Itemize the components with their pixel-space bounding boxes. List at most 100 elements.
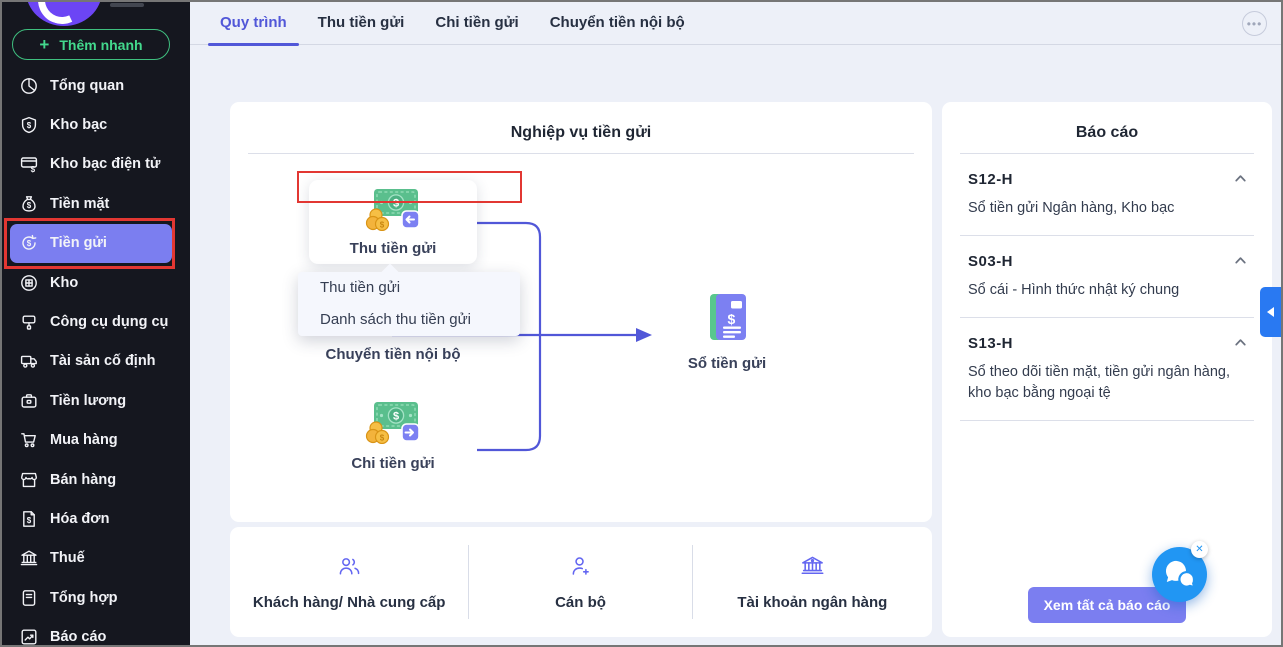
quick-link-label: Tài khoản ngân hàng [737, 594, 888, 611]
report-item[interactable]: S13-H Sổ theo dõi tiền mặt, tiền gửi ngân… [942, 318, 1272, 404]
tab-3[interactable]: Chi tiền gửi [423, 2, 530, 45]
node-chuyen-tien-noi-bo[interactable]: Chuyển tiền nội bộ [309, 346, 477, 363]
quick-link-customers[interactable]: Khách hàng/ Nhà cung cấp [230, 543, 468, 621]
chat-close-icon[interactable]: ✕ [1191, 541, 1208, 558]
logo-caption [110, 3, 144, 7]
sidebar-item-label: Hóa đơn [50, 510, 110, 527]
svg-text:$: $ [27, 201, 32, 210]
e-treasury-icon: $ [19, 154, 39, 174]
report-code: S12-H [968, 171, 1014, 188]
sidebar-item-payroll[interactable]: Tiền lương [2, 381, 190, 420]
tax-icon [19, 548, 39, 568]
plus-icon: + [39, 34, 50, 54]
tab-1[interactable]: Quy trình [208, 2, 299, 46]
topbar: Quy trình Thu tiền gửi Chi tiền gửi Chuyển … [190, 2, 1281, 46]
report-icon [19, 627, 39, 645]
sidebar-item-label: Kho bạc [50, 117, 108, 134]
sidebar-item-label: Tiền mặt [50, 195, 110, 212]
money-out-icon: $ $ [364, 400, 422, 449]
ledger-book-icon: $ [703, 292, 751, 349]
node-label: Thu tiền gửi [349, 240, 437, 257]
deposit-flow-card: Nghiệp vụ tiền gửi $ $ Thu tiền gửi Chuy… [230, 102, 932, 522]
svg-text:$: $ [27, 516, 32, 525]
tab-2[interactable]: Thu tiền gửi [306, 2, 417, 45]
sidebar-item-label: Báo cáo [50, 629, 107, 646]
sidebar-item-label: Tiền lương [50, 392, 127, 409]
quick-link-bank-account[interactable]: Tài khoản ngân hàng [693, 543, 932, 621]
payroll-icon [19, 391, 39, 411]
reports-title: Báo cáo [1075, 124, 1139, 141]
divider [960, 420, 1254, 421]
sidebar-item-invoice[interactable]: $ Hóa đơn [2, 499, 190, 538]
svg-text:$: $ [393, 198, 399, 210]
general-icon [19, 588, 39, 608]
sidebar-item-pie-chart[interactable]: Tổng quan [2, 66, 190, 105]
tab-bar: Quy trình Thu tiền gửi Chi tiền gửi Chuyển … [208, 2, 704, 46]
sidebar-item-label: Tài sản cố định [50, 353, 156, 370]
dropdown-item[interactable]: Thu tiền gửi [298, 272, 520, 304]
sidebar: + Thêm nhanh Tổng quan $ Kho bạc $ Kho bạc đ… [2, 2, 190, 645]
purchase-icon [19, 430, 39, 450]
svg-text:$: $ [380, 221, 385, 230]
sidebar-item-label: Thuế [50, 550, 85, 567]
sidebar-item-tools[interactable]: Công cụ dụng cụ [2, 302, 190, 341]
report-item[interactable]: S03-H Sổ cái - Hình thức nhật ký chung [942, 236, 1272, 301]
collapse-panel-handle[interactable] [1260, 287, 1281, 337]
ellipsis-icon[interactable]: ••• [1242, 11, 1267, 36]
sidebar-item-label: Kho bạc điện tử [50, 156, 161, 173]
node-so-tien-gui[interactable]: $ Sổ tiền gửi [643, 292, 811, 372]
thu-tien-gui-dropdown: Thu tiền gửi Danh sách thu tiền gửi [298, 272, 520, 336]
warehouse-icon [19, 273, 39, 293]
sidebar-item-deposit[interactable]: $ Tiền gửi [10, 223, 172, 263]
quick-link-staff[interactable]: Cán bộ [469, 543, 691, 621]
svg-text:$: $ [380, 434, 385, 443]
sidebar-item-purchase[interactable]: Mua hàng [2, 421, 190, 460]
sidebar-item-label: Bán hàng [50, 471, 117, 488]
node-thu-tien-gui[interactable]: $ $ Thu tiền gửi [309, 180, 477, 264]
tab-4[interactable]: Chuyển tiền nội bộ [538, 2, 697, 45]
quick-add-button[interactable]: + Thêm nhanh [12, 29, 170, 60]
report-item[interactable]: S12-H Sổ tiền gửi Ngân hàng, Kho bạc [942, 154, 1272, 219]
report-code: S03-H [968, 253, 1014, 270]
sales-icon [19, 470, 39, 490]
quick-links-card: Khách hàng/ Nhà cung cấp Cán bộ Tài khoản … [230, 527, 932, 637]
chevron-up-icon[interactable] [1233, 335, 1248, 355]
report-code: S13-H [968, 335, 1014, 352]
quick-link-label: Cán bộ [555, 594, 606, 611]
chat-bubbles-icon [1165, 560, 1196, 589]
sidebar-item-treasury[interactable]: $ Kho bạc [2, 105, 190, 144]
report-list: S12-H Sổ tiền gửi Ngân hàng, Kho bạc S03-H… [942, 154, 1272, 421]
sidebar-item-label: Công cụ dụng cụ [50, 314, 169, 331]
quick-link-label: Khách hàng/ Nhà cung cấp [252, 594, 446, 611]
svg-text:$: $ [728, 311, 736, 327]
chevron-up-icon[interactable] [1233, 253, 1248, 273]
sidebar-item-label: Kho [50, 274, 79, 291]
treasury-icon: $ [19, 115, 39, 135]
sidebar-item-report[interactable]: Báo cáo [2, 617, 190, 646]
pie-chart-icon [19, 76, 39, 96]
node-chi-tien-gui[interactable]: $ $ Chi tiền gửi [309, 400, 477, 472]
chevron-up-icon[interactable] [1233, 171, 1248, 191]
sidebar-item-sales[interactable]: Bán hàng [2, 460, 190, 499]
app-logo [26, 2, 102, 26]
sidebar-item-tax[interactable]: Thuế [2, 539, 190, 578]
sidebar-item-warehouse[interactable]: Kho [2, 263, 190, 302]
cash-icon: $ [19, 194, 39, 214]
report-description: Sổ theo dõi tiền mặt, tiền gửi ngân hàng… [968, 364, 1231, 401]
sidebar-item-e-treasury[interactable]: $ Kho bạc điện tử [2, 145, 190, 184]
dropdown-item[interactable]: Danh sách thu tiền gửi [298, 304, 520, 336]
reports-panel: Báo cáo S12-H Sổ tiền gửi Ngân hàng, Kho … [942, 102, 1272, 637]
sidebar-item-label: Mua hàng [50, 432, 118, 449]
sidebar-item-general[interactable]: Tổng hợp [2, 578, 190, 617]
report-description: Sổ tiền gửi Ngân hàng, Kho bạc [968, 200, 1175, 216]
svg-text:$: $ [31, 165, 36, 174]
sidebar-item-label: Tổng quan [50, 77, 125, 94]
node-label: Chi tiền gửi [351, 455, 435, 472]
sidebar-item-fixed-asset[interactable]: Tài sản cố định [2, 342, 190, 381]
invoice-icon: $ [19, 509, 39, 529]
svg-text:$: $ [27, 121, 32, 130]
node-label: Sổ tiền gửi [687, 355, 767, 372]
customers-icon [336, 553, 363, 585]
svg-text:$: $ [393, 411, 399, 423]
sidebar-item-cash[interactable]: $ Tiền mặt [2, 184, 190, 223]
